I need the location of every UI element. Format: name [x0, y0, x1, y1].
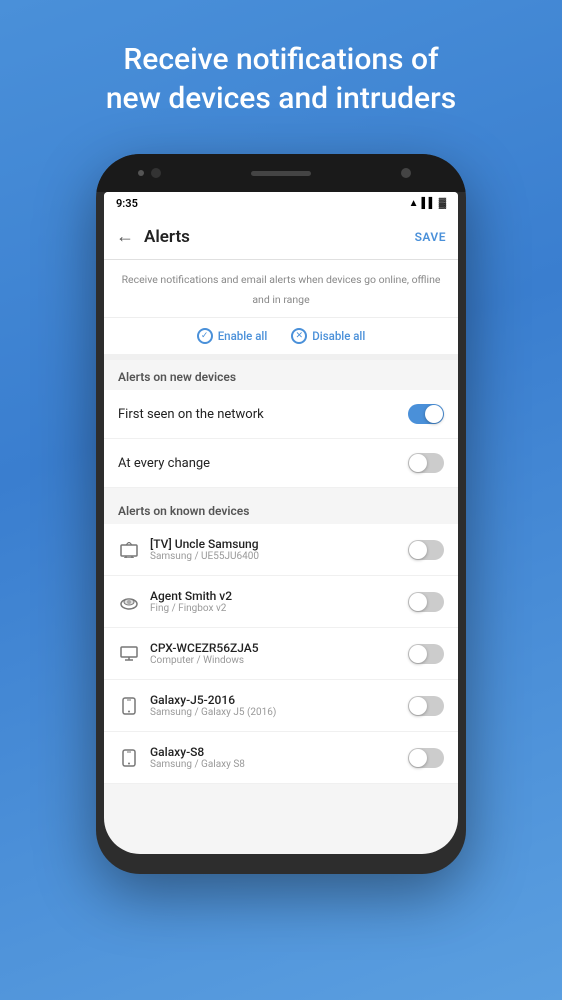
- toggle-galaxy-s8[interactable]: [408, 748, 444, 768]
- save-button[interactable]: SAVE: [415, 230, 446, 244]
- headline-line1: Receive notifications of: [123, 42, 438, 77]
- toggle-knob-2: [409, 454, 427, 472]
- signal-icon: ▌▌: [422, 198, 436, 209]
- device-row-computer: CPX-WCEZR56ZJA5 Computer / Windows: [104, 628, 458, 680]
- phone-mockup: 9:35 ▲ ▌▌ ▓ ← Alerts SAVE Receive notifi…: [96, 154, 466, 1000]
- toggle-knob-tv: [409, 541, 427, 559]
- toggle-knob: [425, 405, 443, 423]
- section-new-devices-header: Alerts on new devices: [104, 360, 458, 390]
- device-subtitle-computer: Computer / Windows: [150, 655, 259, 666]
- subtitle-text: Receive notifications and email alerts w…: [122, 273, 441, 306]
- device-text-tv: [TV] Uncle Samsung Samsung / UE55JU6400: [150, 537, 259, 562]
- x-icon: ✕: [291, 328, 307, 344]
- device-title-galaxy-j5: Galaxy-J5-2016: [150, 693, 276, 707]
- device-text-galaxy-j5: Galaxy-J5-2016 Samsung / Galaxy J5 (2016…: [150, 693, 276, 718]
- device-title-computer: CPX-WCEZR56ZJA5: [150, 641, 259, 655]
- every-change-toggle[interactable]: [408, 453, 444, 473]
- device-title-fingbox: Agent Smith v2: [150, 589, 232, 603]
- computer-icon: [118, 643, 140, 665]
- device-text-galaxy-s8: Galaxy-S8 Samsung / Galaxy S8: [150, 745, 245, 770]
- section-known-devices-header: Alerts on known devices: [104, 494, 458, 524]
- enable-all-label: Enable all: [218, 329, 268, 343]
- first-seen-toggle[interactable]: [408, 404, 444, 424]
- phone-shell: 9:35 ▲ ▌▌ ▓ ← Alerts SAVE Receive notifi…: [96, 154, 466, 874]
- device-text-computer: CPX-WCEZR56ZJA5 Computer / Windows: [150, 641, 259, 666]
- toggle-knob-galaxy-s8: [409, 749, 427, 767]
- device-title-galaxy-s8: Galaxy-S8: [150, 745, 245, 759]
- phone-speaker: [251, 171, 311, 176]
- enable-disable-row: ✓ Enable all ✕ Disable all: [104, 318, 458, 360]
- device-subtitle-fingbox: Fing / Fingbox v2: [150, 603, 232, 614]
- toggle-row-every-change: At every change: [104, 439, 458, 488]
- disable-all-button[interactable]: ✕ Disable all: [291, 328, 365, 344]
- toggle-computer[interactable]: [408, 644, 444, 664]
- phone-icon-j5: [118, 695, 140, 717]
- device-row-left-galaxy-j5: Galaxy-J5-2016 Samsung / Galaxy J5 (2016…: [118, 693, 408, 718]
- phone-screen: 9:35 ▲ ▌▌ ▓ ← Alerts SAVE Receive notifi…: [104, 192, 458, 854]
- toggle-galaxy-j5[interactable]: [408, 696, 444, 716]
- headline: Receive notifications of new devices and…: [76, 40, 486, 118]
- subtitle-bar: Receive notifications and email alerts w…: [104, 260, 458, 318]
- every-change-label: At every change: [118, 456, 210, 471]
- fingbox-icon: [118, 591, 140, 613]
- device-subtitle-galaxy-j5: Samsung / Galaxy J5 (2016): [150, 707, 276, 718]
- toggle-fingbox[interactable]: [408, 592, 444, 612]
- check-icon: ✓: [197, 328, 213, 344]
- battery-icon: ▓: [439, 198, 446, 209]
- app-bar-title: Alerts: [144, 227, 415, 247]
- back-button[interactable]: ←: [116, 226, 134, 247]
- toggle-knob-galaxy-j5: [409, 697, 427, 715]
- enable-all-button[interactable]: ✓ Enable all: [197, 328, 268, 344]
- toggle-tv[interactable]: [408, 540, 444, 560]
- phone-top-bar: [96, 154, 466, 192]
- phone-camera-right: [401, 168, 411, 178]
- device-row-galaxy-j5: Galaxy-J5-2016 Samsung / Galaxy J5 (2016…: [104, 680, 458, 732]
- device-subtitle-tv: Samsung / UE55JU6400: [150, 551, 259, 562]
- app-bar: ← Alerts SAVE: [104, 214, 458, 260]
- device-row-left: [TV] Uncle Samsung Samsung / UE55JU6400: [118, 537, 408, 562]
- status-bar: 9:35 ▲ ▌▌ ▓: [104, 192, 458, 214]
- wifi-icon: ▲: [409, 198, 419, 209]
- device-row-left-computer: CPX-WCEZR56ZJA5 Computer / Windows: [118, 641, 408, 666]
- tv-icon: [118, 539, 140, 561]
- device-row-tv: [TV] Uncle Samsung Samsung / UE55JU6400: [104, 524, 458, 576]
- toggle-row-first-seen: First seen on the network: [104, 390, 458, 439]
- device-row-fingbox: Agent Smith v2 Fing / Fingbox v2: [104, 576, 458, 628]
- first-seen-label: First seen on the network: [118, 407, 264, 422]
- phone-icon-s8: [118, 747, 140, 769]
- status-icons: ▲ ▌▌ ▓: [409, 198, 446, 209]
- phone-dot: [138, 170, 144, 176]
- phone-camera-left: [151, 168, 161, 178]
- status-time: 9:35: [116, 197, 138, 210]
- device-row-galaxy-s8: Galaxy-S8 Samsung / Galaxy S8: [104, 732, 458, 784]
- device-row-left-galaxy-s8: Galaxy-S8 Samsung / Galaxy S8: [118, 745, 408, 770]
- device-text-fingbox: Agent Smith v2 Fing / Fingbox v2: [150, 589, 232, 614]
- toggle-knob-fingbox: [409, 593, 427, 611]
- headline-line2: new devices and intruders: [106, 81, 456, 116]
- device-row-left-fingbox: Agent Smith v2 Fing / Fingbox v2: [118, 589, 408, 614]
- device-title-tv: [TV] Uncle Samsung: [150, 537, 259, 551]
- device-subtitle-galaxy-s8: Samsung / Galaxy S8: [150, 759, 245, 770]
- disable-all-label: Disable all: [312, 329, 365, 343]
- toggle-knob-computer: [409, 645, 427, 663]
